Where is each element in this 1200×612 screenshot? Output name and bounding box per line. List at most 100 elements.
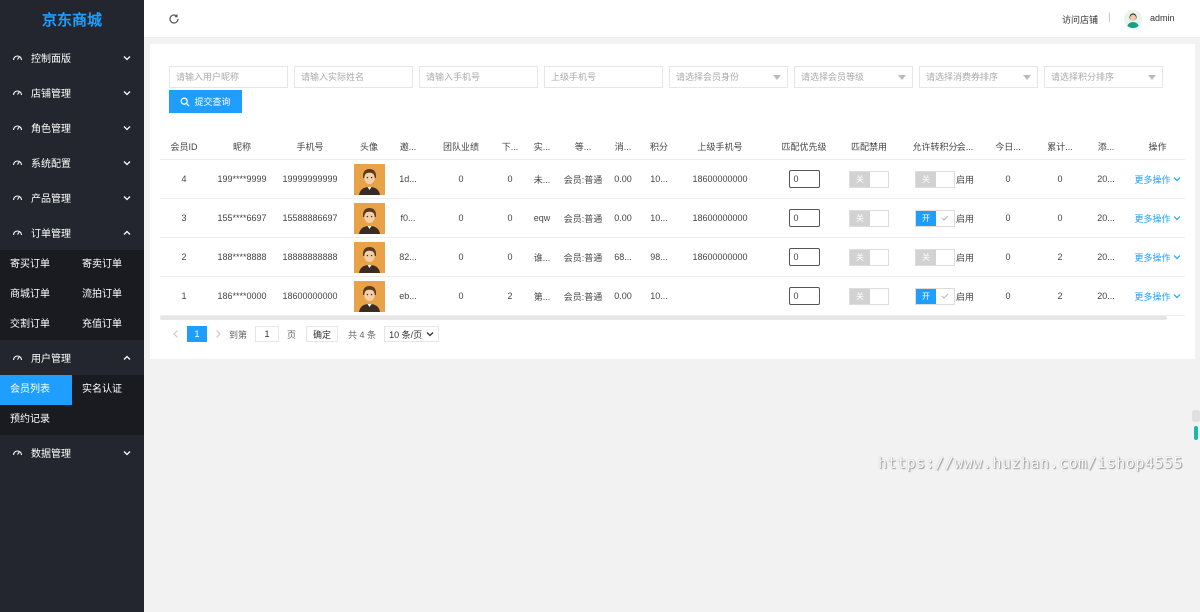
priority-input[interactable]: 0 bbox=[788, 170, 820, 188]
coupon-sort-select[interactable]: 请选择消费券排序 bbox=[919, 66, 1038, 88]
switch-knob-label: 关 bbox=[916, 171, 936, 187]
sidebar-item-5[interactable]: 订单管理 bbox=[0, 215, 144, 250]
table-header-cell[interactable]: 等... bbox=[564, 133, 602, 159]
table-cell: 20... bbox=[1082, 238, 1130, 276]
table-header-cell[interactable]: 今日... bbox=[978, 133, 1038, 159]
cell-points: 10... bbox=[650, 213, 668, 223]
parent-phone-input[interactable]: 上级手机号 bbox=[544, 66, 663, 88]
submenu-item[interactable]: 流拍订单 bbox=[72, 280, 144, 310]
submenu-item[interactable]: 会员列表 bbox=[0, 375, 72, 405]
table-header-cell[interactable]: 积分 bbox=[644, 133, 674, 159]
phone-input[interactable]: 请输入手机号 bbox=[419, 66, 538, 88]
table-header-cell[interactable]: 邀... bbox=[394, 133, 422, 159]
sidebar-item-0[interactable]: 控制面版 bbox=[0, 40, 144, 75]
table-header-cell[interactable]: 团队业绩 bbox=[422, 133, 500, 159]
submit-query-button[interactable]: 提交查询 bbox=[169, 90, 242, 113]
identity-select[interactable]: 请选择会员身份 bbox=[669, 66, 788, 88]
transfer-points-switch[interactable]: 关 bbox=[915, 248, 955, 266]
refresh-icon[interactable] bbox=[168, 13, 180, 25]
cell-member: 启用 bbox=[955, 252, 974, 263]
more-actions-button[interactable]: 更多操作 bbox=[1134, 251, 1180, 264]
transfer-points-switch[interactable]: 关 bbox=[915, 170, 955, 188]
table-header-cell[interactable]: 匹配优先级 bbox=[766, 133, 842, 159]
table-cell: 3 bbox=[160, 199, 208, 237]
dashboard-icon bbox=[12, 87, 23, 98]
logo[interactable]: 京东商城 bbox=[0, 0, 144, 40]
side-scroll-indicator[interactable] bbox=[1194, 426, 1198, 440]
table-header-cell[interactable]: 实... bbox=[520, 133, 564, 159]
realname-input[interactable]: 请输入实际姓名 bbox=[294, 66, 413, 88]
table-row: 3 155****6697 15588886697 f0... 0 0 eqw 会员:普通 0.… bbox=[160, 199, 1185, 238]
page-size-select[interactable]: 10 条/页 bbox=[384, 326, 440, 342]
prev-page-icon[interactable] bbox=[171, 329, 181, 339]
table-header-cell[interactable]: 昵称 bbox=[208, 133, 276, 159]
nickname-input[interactable]: 请输入用户昵称 bbox=[169, 66, 288, 88]
cell-nick: 188****8888 bbox=[217, 252, 267, 262]
priority-input[interactable]: 0 bbox=[788, 248, 820, 266]
sidebar-item-6[interactable]: 用户管理 bbox=[0, 340, 144, 375]
visit-shop-link[interactable]: 访问店铺 bbox=[1062, 13, 1098, 26]
cell-added: 20... bbox=[1097, 213, 1115, 223]
table-cell: 199****9999 bbox=[208, 160, 276, 198]
submenu-item[interactable]: 交割订单 bbox=[0, 310, 72, 340]
submenu-item[interactable]: 商城订单 bbox=[0, 280, 72, 310]
table-header-cell[interactable]: 操作 bbox=[1130, 133, 1185, 159]
page-number-current[interactable]: 1 bbox=[187, 326, 207, 342]
submenu-item[interactable]: 实名认证 bbox=[72, 375, 144, 405]
username-label[interactable]: admin bbox=[1150, 13, 1175, 23]
table-cell: 2 bbox=[1038, 277, 1082, 315]
priority-input[interactable]: 0 bbox=[788, 209, 820, 227]
chevron-down-icon bbox=[122, 448, 132, 458]
submenu-item[interactable]: 预约记录 bbox=[0, 405, 72, 435]
more-actions-button[interactable]: 更多操作 bbox=[1134, 290, 1180, 303]
table-header-cell[interactable]: 累计... bbox=[1038, 133, 1082, 159]
match-disable-switch[interactable]: 关 bbox=[849, 248, 889, 266]
sidebar-item-label: 用户管理 bbox=[31, 354, 71, 365]
table-cell: 第... bbox=[520, 277, 564, 315]
sidebar-item-7[interactable]: 数据管理 bbox=[0, 435, 144, 470]
user-avatar-icon[interactable] bbox=[1124, 10, 1142, 28]
table-header-cell[interactable]: 匹配禁用 bbox=[842, 133, 896, 159]
table-header-cell[interactable]: 手机号 bbox=[276, 133, 344, 159]
match-disable-switch[interactable]: 关 bbox=[849, 170, 889, 188]
chevron-down-icon bbox=[122, 88, 132, 98]
cell-phone: 18888888888 bbox=[282, 252, 338, 262]
table-header-cell[interactable]: 会员ID bbox=[160, 133, 208, 159]
transfer-points-switch[interactable]: 开 bbox=[915, 287, 955, 305]
cell-team: 0 bbox=[458, 291, 464, 301]
table-header-cell[interactable]: 消... bbox=[602, 133, 644, 159]
table-header-cell[interactable]: 添... bbox=[1082, 133, 1130, 159]
horizontal-scrollbar[interactable] bbox=[160, 316, 1167, 320]
more-actions-button[interactable]: 更多操作 bbox=[1134, 212, 1180, 225]
sidebar-item-3[interactable]: 系统配置 bbox=[0, 145, 144, 180]
table-cell: 0.00 bbox=[602, 160, 644, 198]
cell-phone: 19999999999 bbox=[282, 174, 338, 184]
sidebar-item-1[interactable]: 店铺管理 bbox=[0, 75, 144, 110]
match-disable-switch[interactable]: 关 bbox=[849, 287, 889, 305]
goto-page-input[interactable]: 1 bbox=[255, 326, 280, 342]
next-page-icon[interactable] bbox=[213, 329, 223, 339]
transfer-points-switch[interactable]: 开 bbox=[915, 209, 955, 227]
submenu-item[interactable]: 寄买订单 bbox=[0, 250, 72, 280]
table-cell: 18600000000 bbox=[674, 199, 766, 237]
sidebar-item-2[interactable]: 角色管理 bbox=[0, 110, 144, 145]
cell-cons: 0.00 bbox=[614, 291, 632, 301]
points-sort-label: 请选择积分排序 bbox=[1051, 72, 1115, 82]
sidebar-item-4[interactable]: 产品管理 bbox=[0, 180, 144, 215]
goto-confirm-button[interactable]: 确定 bbox=[306, 326, 339, 342]
submenu-item[interactable]: 寄卖订单 bbox=[72, 250, 144, 280]
table-cell: 0 bbox=[766, 160, 842, 198]
table-header-cell[interactable]: 会... bbox=[952, 133, 978, 159]
level-select[interactable]: 请选择会员等级 bbox=[794, 66, 913, 88]
table-cell: 更多操作 bbox=[1130, 277, 1185, 315]
priority-input[interactable]: 0 bbox=[788, 287, 820, 305]
table-header-cell[interactable]: 下... bbox=[500, 133, 520, 159]
table-header-cell[interactable]: 头像 bbox=[344, 133, 394, 159]
side-scroll-handle[interactable] bbox=[1192, 410, 1200, 422]
table-header-cell[interactable]: 上级手机号 bbox=[674, 133, 766, 159]
points-sort-select[interactable]: 请选择积分排序 bbox=[1044, 66, 1163, 88]
submenu-item[interactable]: 充值订单 bbox=[72, 310, 144, 340]
more-actions-button[interactable]: 更多操作 bbox=[1134, 173, 1180, 186]
match-disable-switch[interactable]: 关 bbox=[849, 209, 889, 227]
table-cell: 0 bbox=[766, 238, 842, 276]
